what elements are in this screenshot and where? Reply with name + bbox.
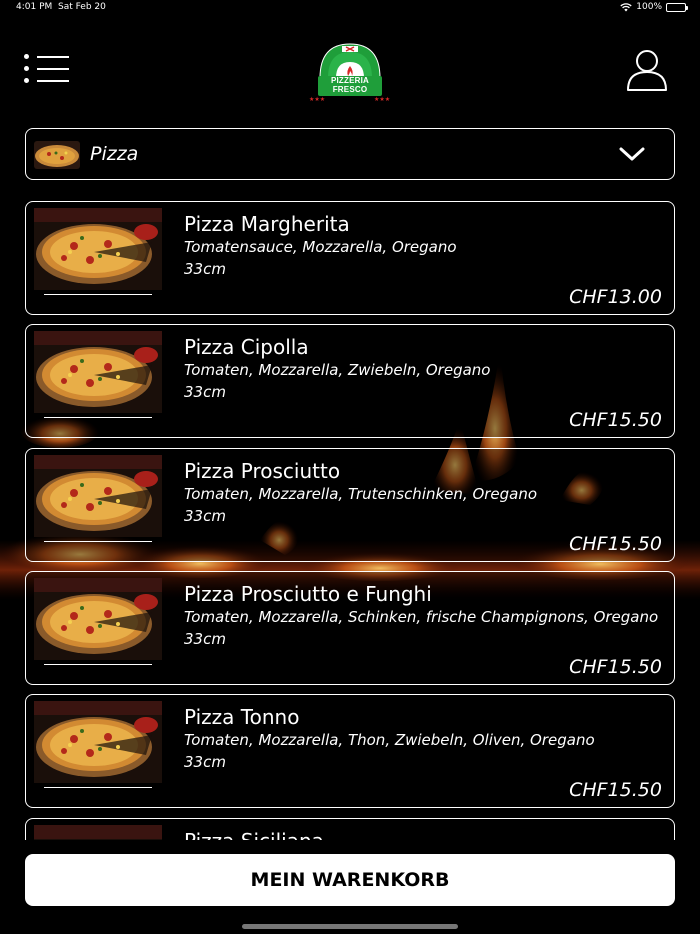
product-image — [34, 825, 162, 840]
category-selected-label: Pizza — [90, 143, 139, 165]
product-size: 33cm — [184, 260, 226, 278]
product-size: 33cm — [184, 383, 226, 401]
pizza-photo — [34, 578, 162, 660]
product-size: 33cm — [184, 630, 226, 648]
app-header: ★★★ ★★★ PIZZERIA FRESCO — [0, 36, 700, 106]
pizza-photo — [34, 331, 162, 413]
product-description: Tomaten, Mozzarella, Zwiebeln, Oregano — [184, 361, 491, 379]
pizza-photo — [34, 701, 162, 783]
menu-button[interactable] — [24, 52, 70, 86]
status-bar: 4:01 PM Sat Feb 20 100% — [0, 0, 700, 16]
product-card[interactable]: Pizza Margherita Tomatensauce, Mozzarell… — [25, 201, 675, 315]
product-image — [34, 455, 162, 537]
pizza-photo — [34, 455, 162, 537]
product-image — [34, 578, 162, 660]
menu-icon — [24, 54, 69, 59]
product-image — [34, 701, 162, 783]
svg-text:★★★: ★★★ — [309, 96, 325, 103]
account-button[interactable] — [626, 48, 668, 92]
product-card[interactable]: Pizza Tonno Tomaten, Mozzarella, Thon, Z… — [25, 694, 675, 808]
cart-button[interactable]: MEIN WARENKORB — [25, 854, 675, 906]
product-name: Pizza Siciliana — [184, 829, 324, 840]
status-time: 4:01 PM Sat Feb 20 — [16, 2, 106, 12]
product-card[interactable]: Pizza Cipolla Tomaten, Mozzarella, Zwieb… — [25, 324, 675, 438]
category-thumbnail — [34, 141, 80, 169]
product-description: Tomatensauce, Mozzarella, Oregano — [184, 238, 457, 256]
battery-icon — [666, 2, 688, 12]
product-price: CHF15.50 — [569, 656, 662, 678]
product-name: Pizza Cipolla — [184, 335, 309, 359]
product-price: CHF15.50 — [569, 409, 662, 431]
product-name: Pizza Prosciutto — [184, 459, 341, 483]
product-size: 33cm — [184, 753, 226, 771]
chevron-down-icon — [619, 147, 645, 161]
product-list[interactable]: Pizza Margherita Tomatensauce, Mozzarell… — [0, 194, 700, 840]
product-image — [34, 208, 162, 290]
product-name: Pizza Margherita — [184, 212, 350, 236]
product-price: CHF15.50 — [569, 779, 662, 801]
pizza-oven-logo-icon: ★★★ ★★★ — [309, 43, 390, 103]
product-price: CHF15.50 — [569, 533, 662, 555]
product-card[interactable]: Pizza Siciliana — [25, 818, 675, 840]
category-dropdown[interactable]: Pizza — [25, 128, 675, 180]
status-indicators: 100% — [620, 2, 688, 12]
product-image — [34, 331, 162, 413]
product-size: 33cm — [184, 507, 226, 525]
product-card[interactable]: Pizza Prosciutto e Funghi Tomaten, Mozza… — [25, 571, 675, 685]
product-name: Pizza Tonno — [184, 705, 300, 729]
product-description: Tomaten, Mozzarella, Schinken, frische C… — [184, 608, 659, 626]
wifi-icon — [620, 2, 632, 11]
svg-text:★★★: ★★★ — [374, 96, 390, 103]
home-indicator[interactable] — [242, 924, 458, 929]
user-icon — [627, 50, 667, 91]
pizza-photo — [34, 825, 162, 840]
product-description: Tomaten, Mozzarella, Trutenschinken, Ore… — [184, 485, 538, 503]
product-card[interactable]: Pizza Prosciutto Tomaten, Mozzarella, Tr… — [25, 448, 675, 562]
product-price: CHF13.00 — [569, 286, 662, 308]
battery-percent: 100% — [636, 2, 662, 12]
product-name: Pizza Prosciutto e Funghi — [184, 582, 432, 606]
pizzeria-logo: ★★★ ★★★ PIZZERIA FRESCO — [306, 38, 394, 104]
product-description: Tomaten, Mozzarella, Thon, Zwiebeln, Oli… — [184, 731, 595, 749]
pizza-photo — [34, 208, 162, 290]
